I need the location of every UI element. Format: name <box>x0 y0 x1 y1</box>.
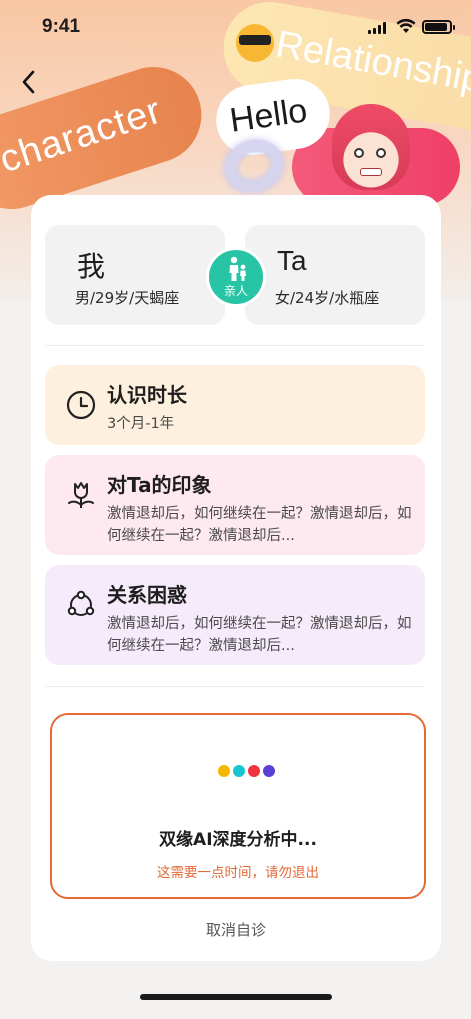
divider <box>45 345 425 346</box>
relation-badge: 亲人 <box>206 247 266 307</box>
impression-title: 对Ta的印象 <box>107 473 212 497</box>
partner-info: 女/24岁/水瓶座 <box>275 289 380 307</box>
analysis-message: 双缘AI深度分析中... <box>159 830 317 850</box>
chevron-left-icon <box>22 70 35 94</box>
family-icon <box>229 256 246 281</box>
battery-icon <box>422 20 455 34</box>
relationship-nodes-icon <box>67 590 95 616</box>
cancel-button[interactable]: 取消自诊 <box>31 919 441 940</box>
relation-label: 亲人 <box>223 284 248 298</box>
partner-profile-card: Ta 女/24岁/水瓶座 <box>245 225 425 325</box>
my-info: 男/29岁/天蝎座 <box>75 289 180 307</box>
analysis-panel: 双缘AI深度分析中... 这需要一点时间，请勿退出 <box>50 713 426 899</box>
confusion-text: 激情退却后，如何继续在一起？激情退却后，如何继续在一起？激情退却后... <box>107 616 412 654</box>
back-button[interactable] <box>16 66 42 98</box>
signal-icon <box>368 22 388 34</box>
status-bar: 9:41 <box>0 0 471 54</box>
clock-icon <box>66 390 96 420</box>
confusion-block: 关系困惑 激情退却后，如何继续在一起？激情退却后，如何继续在一起？激情退却后..… <box>45 565 425 665</box>
flower-icon <box>68 482 94 508</box>
status-time: 9:41 <box>42 16 81 37</box>
duration-value: 3个月-1年 <box>107 416 175 432</box>
impression-text: 激情退却后，如何继续在一起？激情退却后，如何继续在一起？激情退却后... <box>107 506 412 544</box>
duration-block: 认识时长 3个月-1年 <box>45 365 425 445</box>
loading-dots-icon <box>218 765 278 777</box>
hello-word: Hello <box>227 91 310 140</box>
divider <box>45 686 425 687</box>
main-card: 我 男/29岁/天蝎座 Ta 女/24岁/水瓶座 亲人 认识时长 3个月-1年 … <box>31 195 441 961</box>
my-name: 我 <box>77 250 106 283</box>
my-profile-card: 我 男/29岁/天蝎座 <box>45 225 225 325</box>
duration-title: 认识时长 <box>107 383 187 407</box>
home-indicator <box>140 994 332 1000</box>
analysis-note: 这需要一点时间，请勿退出 <box>157 865 319 881</box>
partner-name: Ta <box>277 245 307 276</box>
character-word: character <box>0 89 167 182</box>
avatar <box>332 104 410 190</box>
impression-block: 对Ta的印象 激情退却后，如何继续在一起？激情退却后，如何继续在一起？激情退却后… <box>45 455 425 555</box>
wifi-icon <box>396 18 416 38</box>
confusion-title: 关系困惑 <box>107 583 187 607</box>
